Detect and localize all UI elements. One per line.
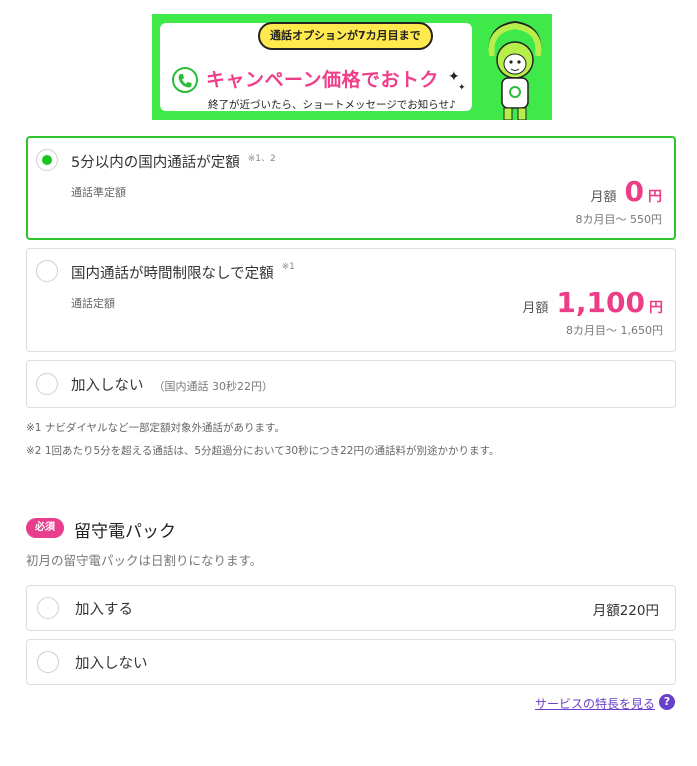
banner-headline: キャンペーン価格でおトク	[206, 69, 440, 91]
option-card-unlimited[interactable]: 国内通話が時間制限なしで定額 ※1 通話定額 月額 1,100 円 8カ月目～ 1,6…	[26, 248, 676, 352]
radio-button[interactable]	[36, 260, 58, 282]
section-description: 初月の留守電パックは日割りになります。	[26, 553, 263, 568]
price-label: 月額	[590, 190, 617, 205]
option-label: 加入しない	[75, 656, 148, 672]
option-note: ※1、2	[247, 154, 276, 164]
option-subtitle: 通話定額	[71, 297, 115, 310]
footnote-2: ※2 1回あたり5分を超える通話は、5分超過分において30秒につき22円の通話料…	[26, 445, 500, 457]
price-unit: 円	[649, 300, 663, 316]
price-after-period: 8カ月目～ 550円	[575, 213, 663, 226]
option-title: 国内通話が時間制限なしで定額 ※1	[71, 262, 295, 283]
banner-pill: 通話オプションが7カ月目まで	[258, 22, 433, 50]
price-row: 月額 0 円	[591, 175, 663, 208]
required-badge: 必須	[26, 518, 64, 538]
option-title-text: 加入しない	[71, 378, 144, 394]
option-title-text: 5分以内の国内通話が定額	[71, 155, 240, 171]
radio-button[interactable]	[36, 149, 58, 171]
banner-subtext: 終了が近づいたら、ショートメッセージでお知らせ♪	[208, 99, 456, 111]
price-after-period: 8カ月目～ 1,650円	[566, 324, 663, 337]
price-value: 1,100	[556, 286, 645, 319]
option-title-text: 国内通話が時間制限なしで定額	[71, 266, 274, 282]
price-label: 月額	[522, 301, 549, 316]
voicemail-option-no-subscribe[interactable]: 加入しない	[26, 639, 676, 685]
option-subtitle: 通話準定額	[71, 186, 126, 199]
option-note: ※1	[281, 262, 295, 272]
option-title: 加入しない （国内通話 30秒22円）	[71, 374, 273, 395]
section-title: 留守電パック	[74, 522, 176, 542]
sparkle-icon: ✦	[458, 83, 466, 93]
price-unit: 円	[648, 189, 662, 205]
footnote-1: ※1 ナビダイヤルなど一部定額対象外通話があります。	[26, 422, 285, 434]
option-card-fixed-5min[interactable]: 5分以内の国内通話が定額 ※1、2 通話準定額 月額 0 円 8カ月目～ 550円	[26, 136, 676, 240]
feature-link[interactable]: サービスの特長を見る	[535, 695, 655, 712]
call-option-page: キャンペーン価格でおトク 終了が近づいたら、ショートメッセージでお知らせ♪ ✦ …	[0, 0, 697, 766]
monkey-mascot-icon	[488, 20, 542, 120]
radio-button[interactable]	[36, 373, 58, 395]
option-card-no-subscribe[interactable]: 加入しない （国内通話 30秒22円）	[26, 360, 676, 408]
radio-button[interactable]	[37, 597, 59, 619]
option-label: 加入する	[75, 602, 133, 618]
voicemail-option-subscribe[interactable]: 加入する 月額220円	[26, 585, 676, 631]
option-paren-note: （国内通話 30秒22円）	[153, 380, 274, 393]
price-value: 0	[624, 175, 644, 208]
phone-icon	[172, 67, 198, 93]
option-title: 5分以内の国内通話が定額 ※1、2	[71, 151, 276, 172]
campaign-banner[interactable]: キャンペーン価格でおトク 終了が近づいたら、ショートメッセージでお知らせ♪ ✦ …	[152, 14, 552, 120]
option-price: 月額220円	[592, 603, 659, 619]
radio-button[interactable]	[37, 651, 59, 673]
price-row: 月額 1,100 円	[522, 286, 663, 319]
help-icon[interactable]: ?	[659, 694, 675, 710]
